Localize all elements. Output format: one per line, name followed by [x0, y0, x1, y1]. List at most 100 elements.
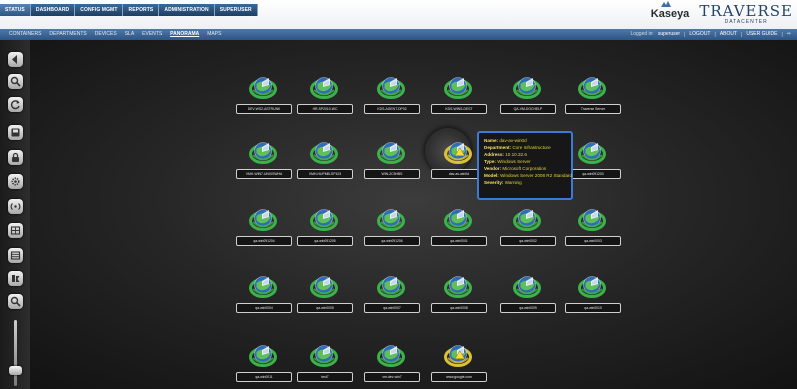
- server-ok-icon[interactable]: [310, 138, 338, 164]
- server-ok-icon[interactable]: [310, 73, 338, 99]
- server-warning-icon[interactable]: [444, 341, 472, 367]
- device-node[interactable]: qa-win0009: [497, 272, 557, 320]
- device-node[interactable]: WIN-2C5HBS: [361, 138, 421, 186]
- device-node[interactable]: VMH-HUPMB-SP103: [294, 138, 354, 186]
- device-node[interactable]: vm-dev-win7: [361, 341, 421, 389]
- grid-tool-button[interactable]: [8, 248, 23, 263]
- device-label[interactable]: qa-win0003: [565, 236, 621, 246]
- save-tool-button[interactable]: [8, 125, 23, 140]
- server-ok-icon[interactable]: [310, 341, 338, 367]
- layout-tool-button[interactable]: [8, 223, 23, 238]
- server-ok-icon[interactable]: [310, 205, 338, 231]
- server-ok-icon[interactable]: [249, 138, 277, 164]
- subnav-departments[interactable]: DEPARTMENTS: [49, 29, 86, 40]
- server-ok-icon[interactable]: [444, 272, 472, 298]
- search-tool-button[interactable]: [8, 74, 23, 89]
- device-node[interactable]: www.google.com: [428, 341, 488, 389]
- tab-administration[interactable]: ADMINISTRATION: [159, 4, 215, 16]
- about-link[interactable]: ABOUT: [720, 29, 737, 40]
- server-ok-icon[interactable]: [578, 73, 606, 99]
- device-label[interactable]: qa-win0004: [236, 303, 292, 313]
- refresh-tool-button[interactable]: [8, 97, 23, 112]
- device-label[interactable]: qa-win091206: [364, 236, 420, 246]
- device-label[interactable]: qa-win091204: [236, 236, 292, 246]
- device-node[interactable]: qa-win0008: [428, 272, 488, 320]
- server-ok-icon[interactable]: [513, 205, 541, 231]
- device-node[interactable]: qa-win091206: [361, 205, 421, 253]
- device-label[interactable]: qa-win0002: [500, 236, 556, 246]
- device-label[interactable]: qa-win0001: [431, 236, 487, 246]
- subnav-panorama[interactable]: PANORAMA: [170, 29, 199, 40]
- device-node[interactable]: qa-win0003: [562, 205, 622, 253]
- tab-status[interactable]: STATUS: [0, 4, 31, 16]
- device-node[interactable]: test7: [294, 341, 354, 389]
- device-node[interactable]: KDS-WINS-DEST: [428, 73, 488, 121]
- server-warning-icon[interactable]: [444, 138, 472, 164]
- device-node[interactable]: qa-win0007: [361, 272, 421, 320]
- expand-icon[interactable]: ⇨: [787, 29, 791, 40]
- device-label[interactable]: qa-win0010: [565, 303, 621, 313]
- device-label[interactable]: Traverse Server: [565, 104, 621, 114]
- device-label[interactable]: VMH-WIN7-UNIXSWHA: [236, 169, 292, 179]
- subnav-devices[interactable]: DEVICES: [95, 29, 117, 40]
- server-ok-icon[interactable]: [249, 341, 277, 367]
- device-label[interactable]: VMH-HUPMB-SP103: [297, 169, 353, 179]
- lock-tool-button[interactable]: [8, 150, 23, 165]
- server-ok-icon[interactable]: [513, 73, 541, 99]
- device-label[interactable]: QA-VM-DOCHELP: [500, 104, 556, 114]
- device-label[interactable]: WIN-2C5HBS: [364, 169, 420, 179]
- device-node[interactable]: VMH-WIN7-UNIXSWHA: [233, 138, 293, 186]
- device-label[interactable]: DEV-WS2-ASTRUNK: [236, 104, 292, 114]
- server-ok-icon[interactable]: [377, 341, 405, 367]
- server-ok-icon[interactable]: [578, 272, 606, 298]
- device-node[interactable]: qa-win0004: [233, 272, 293, 320]
- logout-link[interactable]: LOGOUT: [689, 29, 710, 40]
- device-label[interactable]: qa-win0005: [297, 303, 353, 313]
- filter-tool-button[interactable]: [8, 271, 23, 286]
- radio-tool-button[interactable]: [8, 199, 23, 214]
- server-ok-icon[interactable]: [578, 138, 606, 164]
- server-ok-icon[interactable]: [310, 272, 338, 298]
- device-node[interactable]: qa-win0011: [233, 341, 293, 389]
- server-ok-icon[interactable]: [377, 205, 405, 231]
- server-ok-icon[interactable]: [513, 272, 541, 298]
- device-node[interactable]: qa-win091204: [233, 205, 293, 253]
- device-label[interactable]: vm-dev-win7: [364, 372, 420, 382]
- device-label[interactable]: qa-win0009: [500, 303, 556, 313]
- user-guide-link[interactable]: USER GUIDE: [746, 29, 777, 40]
- device-node[interactable]: HR-SP2010-WC: [294, 73, 354, 121]
- settings-tool-button[interactable]: [8, 174, 23, 189]
- device-node[interactable]: QA-VM-DOCHELP: [497, 73, 557, 121]
- server-ok-icon[interactable]: [377, 138, 405, 164]
- device-node[interactable]: qa-win0002: [497, 205, 557, 253]
- subnav-events[interactable]: EVENTS: [142, 29, 162, 40]
- zoom-slider-knob[interactable]: [9, 366, 22, 375]
- device-node[interactable]: KDS-AGENT-DP02: [361, 73, 421, 121]
- device-label[interactable]: test7: [297, 372, 353, 382]
- device-label[interactable]: HR-SP2010-WC: [297, 104, 353, 114]
- server-ok-icon[interactable]: [444, 205, 472, 231]
- device-node[interactable]: qa-win0010: [562, 272, 622, 320]
- server-ok-icon[interactable]: [578, 205, 606, 231]
- server-ok-icon[interactable]: [377, 73, 405, 99]
- device-node[interactable]: Traverse Server: [562, 73, 622, 121]
- server-ok-icon[interactable]: [249, 205, 277, 231]
- server-ok-icon[interactable]: [249, 272, 277, 298]
- device-label[interactable]: www.google.com: [431, 372, 487, 382]
- subnav-maps[interactable]: MAPS: [207, 29, 221, 40]
- tab-reports[interactable]: REPORTS: [123, 4, 160, 16]
- device-label[interactable]: qa-win0007: [364, 303, 420, 313]
- server-ok-icon[interactable]: [377, 272, 405, 298]
- subnav-sla[interactable]: SLA: [125, 29, 134, 40]
- server-ok-icon[interactable]: [444, 73, 472, 99]
- server-ok-icon[interactable]: [249, 73, 277, 99]
- back-tool-button[interactable]: [8, 52, 23, 67]
- device-label[interactable]: KDS-AGENT-DP02: [364, 104, 420, 114]
- device-node[interactable]: DEV-WS2-ASTRUNK: [233, 73, 293, 121]
- device-label[interactable]: KDS-WINS-DEST: [431, 104, 487, 114]
- device-node[interactable]: qa-win0005: [294, 272, 354, 320]
- device-node[interactable]: qa-win091205: [294, 205, 354, 253]
- tab-superuser[interactable]: SUPERUSER: [214, 4, 258, 16]
- tab-config-mgmt[interactable]: CONFIG MGMT: [75, 4, 124, 16]
- zoom-tool-button[interactable]: [8, 294, 23, 309]
